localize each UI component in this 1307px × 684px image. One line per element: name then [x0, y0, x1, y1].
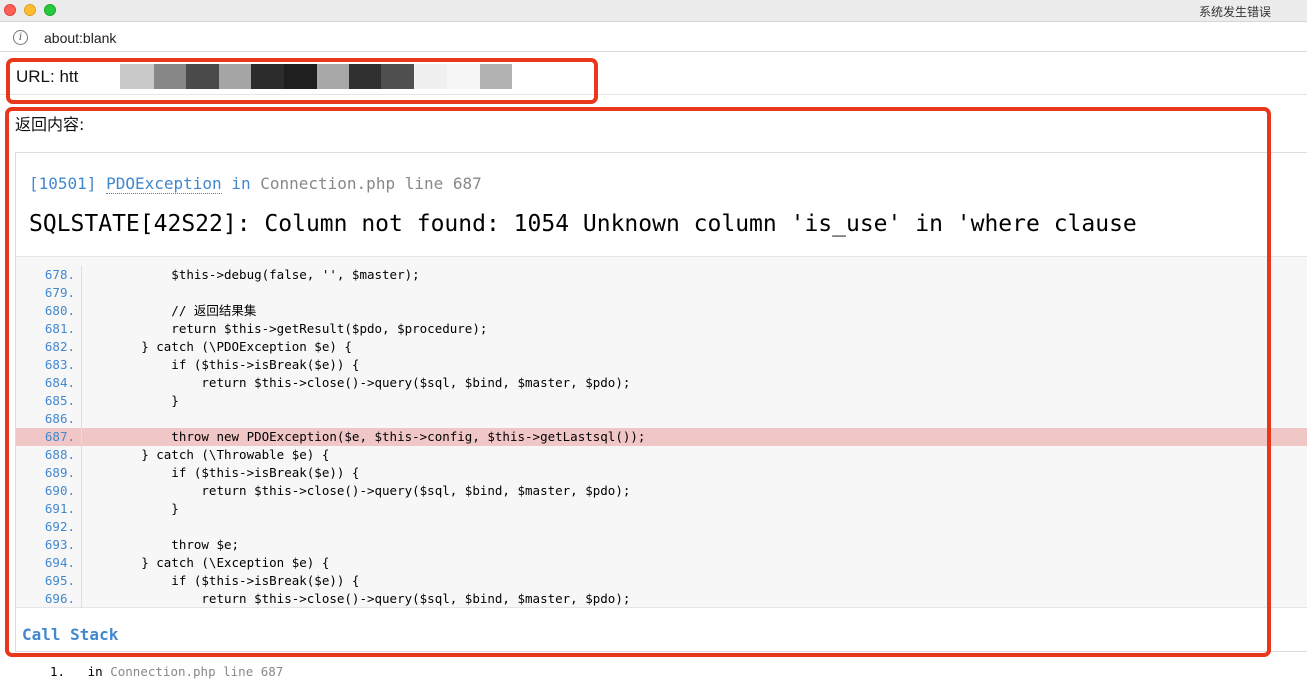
call-stack-item-in: in: [87, 664, 103, 679]
address-url[interactable]: about:blank: [44, 30, 116, 46]
info-icon[interactable]: i: [13, 30, 28, 45]
minimize-window-button[interactable]: [24, 4, 36, 16]
highlight-box-content: [5, 107, 1271, 657]
zoom-window-button[interactable]: [44, 4, 56, 16]
highlight-box-url: [6, 58, 598, 104]
close-window-button[interactable]: [4, 4, 16, 16]
call-stack-item-location: Connection.php line 687: [110, 664, 284, 679]
call-stack-item: 1. in Connection.php line 687: [50, 664, 283, 679]
window-titlebar: 系统发生错误: [0, 0, 1307, 22]
window-title: 系统发生错误: [1198, 5, 1271, 19]
call-stack-item-number: 1.: [50, 664, 66, 679]
address-bar[interactable]: i about:blank: [0, 22, 1307, 52]
